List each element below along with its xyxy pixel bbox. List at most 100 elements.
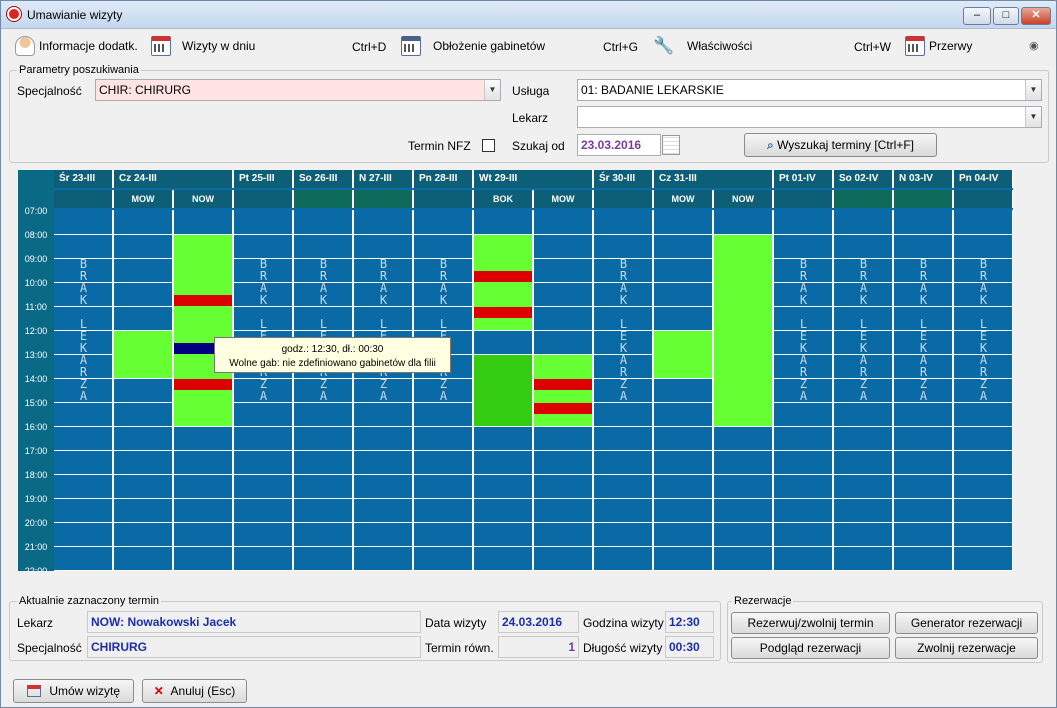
hour-line	[54, 450, 1013, 451]
day-header[interactable]: N 27-III	[354, 170, 414, 188]
day-header[interactable]: Pn 28-III	[414, 170, 474, 188]
date-label: Data wizyty	[425, 616, 487, 630]
day-header[interactable]: Pt 25-III	[234, 170, 294, 188]
close-button[interactable]: ✕	[1021, 7, 1051, 25]
visits-shortcut: Ctrl+D	[352, 40, 387, 54]
current-doctor-label: Lekarz	[17, 616, 54, 630]
day-header[interactable]: Śr 30-III	[594, 170, 654, 188]
nfz-checkbox[interactable]	[482, 139, 495, 152]
room-header	[234, 190, 294, 208]
day-header[interactable]: Pn 04-IV	[954, 170, 1013, 188]
date-field: 24.03.2016	[498, 611, 579, 633]
search-button-label: Wyszukaj terminy [Ctrl+F]	[777, 138, 914, 152]
title-bar: Umawianie wizyty – □ ✕	[1, 1, 1056, 29]
slot-free[interactable]	[714, 235, 772, 426]
day-header[interactable]: So 26-III	[294, 170, 354, 188]
hour-label: 18:00	[24, 470, 48, 480]
info-button[interactable]: Informacje dodatk.	[15, 35, 138, 57]
close-icon: ✕	[153, 684, 164, 698]
hour-label: 16:00	[24, 422, 48, 432]
breaks-label: Przerwy	[929, 39, 973, 53]
tooltip-line-2: Wolne gab: nie zdefiniowano gabinetów dl…	[229, 358, 436, 369]
appointment-window: Umawianie wizyty – □ ✕ Informacje dodatk…	[0, 0, 1057, 708]
visits-button[interactable]: Wizyty w dniu	[151, 35, 255, 57]
room-header	[954, 190, 1013, 208]
hour-label: 15:00	[24, 398, 48, 408]
hour-line	[54, 546, 1013, 547]
day-header[interactable]: N 03-IV	[894, 170, 954, 188]
time-label: Godzina wizyty	[583, 616, 664, 630]
minimize-button[interactable]: –	[963, 7, 991, 25]
slot-booked[interactable]	[174, 295, 232, 306]
eq-label: Termin równ.	[425, 641, 494, 655]
eq-field: 1	[498, 636, 579, 658]
day-header[interactable]: Cz 24-III	[114, 170, 234, 188]
room-header: BOK	[474, 190, 534, 208]
properties-button[interactable]: 🔧 Właściwości	[653, 35, 752, 57]
hour-label: 07:00	[24, 206, 48, 216]
room-header: MOW	[654, 190, 714, 208]
service-select[interactable]: 01: BADANIE LEKARSKIE ▼	[577, 79, 1042, 101]
calendar-icon	[26, 685, 41, 697]
release-button[interactable]: Zwolnij rezerwacje	[895, 637, 1038, 659]
rooms-button[interactable]: Obłożenie gabinetów	[401, 35, 545, 57]
room-header	[894, 190, 954, 208]
day-header[interactable]: Cz 31-III	[654, 170, 774, 188]
day-header[interactable]: Pt 01-IV	[774, 170, 834, 188]
time-field: 12:30	[665, 611, 714, 633]
date-picker-icon[interactable]	[662, 135, 680, 155]
breaks-button[interactable]: Przerwy	[905, 35, 972, 57]
room-header	[354, 190, 414, 208]
slot-free[interactable]	[654, 331, 712, 378]
book-visit-button[interactable]: Umów wizytę	[13, 679, 134, 703]
room-header	[774, 190, 834, 208]
slot-booked[interactable]	[534, 403, 592, 414]
generator-button[interactable]: Generator rezerwacji	[895, 612, 1038, 634]
slot-free[interactable]	[114, 331, 172, 378]
doctor-select[interactable]: ▼	[577, 106, 1042, 128]
slot-free[interactable]	[534, 355, 592, 426]
slot-booked[interactable]	[174, 379, 232, 390]
hour-line	[54, 570, 1013, 571]
specialty-label: Specjalność	[17, 84, 82, 98]
search-button[interactable]: ⌕ Wyszukaj terminy [Ctrl+F]	[744, 133, 937, 157]
day-header[interactable]: Śr 23-III	[54, 170, 114, 188]
cancel-button[interactable]: ✕ Anuluj (Esc)	[142, 679, 247, 703]
specialty-select[interactable]: CHIR: CHIRURG ▼	[95, 79, 501, 101]
slot-booked[interactable]	[474, 271, 532, 282]
maximize-button[interactable]: □	[993, 7, 1019, 25]
properties-shortcut: Ctrl+W	[854, 40, 891, 54]
reserve-button[interactable]: Rezerwuj/zwolnij termin	[731, 612, 890, 634]
current-spec-label: Specjalność	[17, 641, 82, 655]
hour-line	[54, 498, 1013, 499]
day-header[interactable]: So 02-IV	[834, 170, 894, 188]
search-from-input[interactable]: 23.03.2016	[577, 134, 661, 156]
length-label: Długość wizyty	[583, 641, 663, 655]
room-header: NOW	[174, 190, 234, 208]
room-header: MOW	[114, 190, 174, 208]
eye-icon[interactable]: ◉	[1029, 39, 1039, 52]
slot-free_other[interactable]	[474, 355, 532, 426]
rooms-label: Obłożenie gabinetów	[433, 39, 546, 53]
preview-button[interactable]: Podgląd rezerwacji	[731, 637, 890, 659]
slot-booked[interactable]	[534, 379, 592, 390]
day-column[interactable]	[114, 210, 174, 571]
visits-label: Wizyty w dniu	[182, 39, 256, 53]
slot-booked[interactable]	[474, 307, 532, 318]
wrench-icon: 🔧	[653, 36, 675, 55]
chevron-down-icon[interactable]: ▼	[1025, 80, 1041, 100]
hour-label: 22:00	[24, 566, 48, 571]
schedule-grid[interactable]: 07:00 08:00 09:00 10:00 11:00 12:00 13:00 14:00…	[18, 170, 1013, 571]
slot-free[interactable]	[174, 235, 232, 426]
hour-label: 21:00	[24, 542, 48, 552]
day-column[interactable]	[654, 210, 714, 571]
hour-label: 14:00	[24, 374, 48, 384]
chevron-down-icon[interactable]: ▼	[1025, 107, 1041, 127]
properties-label: Właściwości	[687, 39, 753, 53]
hour-line	[54, 474, 1013, 475]
tooltip-line-1: godz.: 12:30, dł.: 00:30	[281, 344, 384, 355]
nfz-label: Termin NFZ	[408, 139, 471, 153]
chevron-down-icon[interactable]: ▼	[484, 80, 500, 100]
day-header[interactable]: Wt 29-III	[474, 170, 594, 188]
specialty-value: CHIR: CHIRURG	[99, 83, 191, 97]
